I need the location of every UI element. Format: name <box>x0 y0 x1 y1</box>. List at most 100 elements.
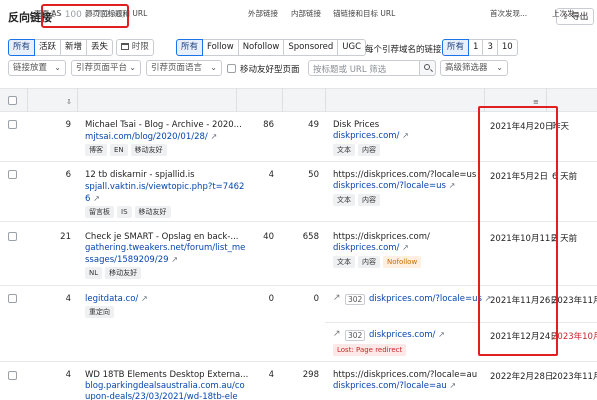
tag: IS <box>117 206 132 218</box>
lost-status: Lost: Page redirect <box>333 344 407 356</box>
last-seen-date: 2023年10月 <box>552 332 597 342</box>
tag: 内容 <box>358 194 380 206</box>
select-all-checkbox[interactable] <box>8 96 17 105</box>
external-link-icon: ↗ <box>402 243 409 252</box>
tag: 移动友好 <box>134 206 171 218</box>
source-url[interactable]: mjtsai.com/blog/2020/01/28/ ↗ <box>85 132 217 142</box>
col-page-as[interactable]: 页面 AS <box>34 8 61 19</box>
tab-status-lost[interactable]: 丢失 <box>86 39 114 56</box>
tab-type-follow[interactable]: Follow <box>202 39 239 56</box>
col-last-seen[interactable]: 上次发... <box>552 8 582 19</box>
tab-status-active[interactable]: 活跃 <box>34 39 62 56</box>
source-url[interactable]: blog.parkingdealsaustralia.com.au/co upon… <box>85 381 245 400</box>
internal-links-value: 50 <box>308 170 319 180</box>
tag: 文本 <box>333 256 355 268</box>
external-links-value: 4 <box>268 170 274 180</box>
col-external[interactable]: 外部链接 <box>248 8 278 19</box>
sort-icon: ⇩ <box>66 98 72 106</box>
source-title: Check je SMART - Opslag en back-... <box>85 232 239 242</box>
page-as-value: 9 <box>65 120 71 130</box>
external-links-value: 0 <box>268 294 274 304</box>
tab-refdomain-1[interactable]: 1 <box>468 39 484 56</box>
row-checkbox[interactable] <box>8 371 17 380</box>
advanced-filters-dropdown[interactable]: 高级筛选器 ⌄ <box>440 60 508 76</box>
col-source[interactable]: 源页面标题和 URL <box>85 8 147 19</box>
target-url[interactable]: diskprices.com/?locale=us ↗ <box>369 294 491 304</box>
refdomain-tabs: 所有 1 3 10 <box>442 39 518 56</box>
tab-type-nofollow[interactable]: Nofollow <box>237 39 285 56</box>
external-link-icon: ↗ <box>448 181 456 190</box>
tag: NL <box>85 267 103 279</box>
anchor-tags: 文本 内容 <box>333 144 380 156</box>
external-link-icon: ↗ <box>438 330 445 339</box>
date-highlight-box <box>478 106 558 356</box>
target-url[interactable]: diskprices.com/?locale=us ↗ <box>333 181 455 191</box>
tag: 内容 <box>358 144 380 156</box>
external-links-value: 40 <box>263 232 274 242</box>
tab-status-all[interactable]: 所有 <box>8 39 36 56</box>
row-checkbox[interactable] <box>8 120 17 129</box>
calendar-icon <box>121 43 129 50</box>
source-title: WD 18TB Elements Desktop Externa... <box>85 370 249 380</box>
redirect-arrow-icon: ↗ <box>333 293 341 303</box>
anchor-text: https://diskprices.com/?locale=au <box>333 370 478 380</box>
tab-type-all[interactable]: 所有 <box>176 39 204 56</box>
sort-icon: ≡ <box>533 98 539 106</box>
tab-type-sponsored[interactable]: Sponsored <box>283 39 339 56</box>
source-tags: 留言板 IS 移动友好 <box>85 206 171 218</box>
tag: 文本 <box>333 194 355 206</box>
target-url[interactable]: diskprices.com/ ↗ <box>369 330 445 340</box>
tab-refdomain-3[interactable]: 3 <box>482 39 498 56</box>
last-seen-date: 2023年11月 <box>552 372 597 382</box>
lost-badge: Lost: Page redirect <box>333 344 407 356</box>
search-button[interactable] <box>419 60 436 76</box>
platform-dropdown[interactable]: 引荐页面平台 ⌄ <box>71 60 141 76</box>
external-link-icon: ↗ <box>140 294 148 303</box>
anchor-tags: 文本 内容 Nofollow <box>333 256 422 268</box>
external-link-icon: ↗ <box>171 255 178 264</box>
redirect-arrow-icon: ↗ <box>333 329 341 339</box>
tag: 移动友好 <box>130 144 167 156</box>
col-internal[interactable]: 内部链接 <box>291 8 321 19</box>
external-links-value: 4 <box>268 370 274 380</box>
redirect-code-badge: 302 <box>345 294 366 305</box>
tab-type-ugc[interactable]: UGC <box>337 39 367 56</box>
mobile-friendly-label: 移动友好型页面 <box>240 65 300 75</box>
row-checkbox[interactable] <box>8 170 17 179</box>
source-tags: NL 移动友好 <box>85 267 142 279</box>
col-anchor[interactable]: 锚链接和目标 URL <box>333 8 395 19</box>
target-url[interactable]: diskprices.com/?locale=au ↗ <box>333 381 456 391</box>
mobile-friendly-checkbox[interactable] <box>227 64 236 73</box>
row-checkbox[interactable] <box>8 294 17 303</box>
source-url[interactable]: legitdata.co/ ↗ <box>85 294 148 304</box>
placement-dropdown[interactable]: 链接放置 ⌄ <box>8 60 66 76</box>
page-as-value: 4 <box>65 294 71 304</box>
source-title: 12 tb diskarnir - spjallid.is <box>85 170 195 180</box>
source-url[interactable]: gathering.tweakers.net/forum/list_me ssag… <box>85 243 245 266</box>
time-range-button[interactable]: 时限 <box>116 39 154 56</box>
language-dropdown[interactable]: 引荐页面语言 ⌄ <box>146 60 222 76</box>
internal-links-value: 298 <box>302 370 319 380</box>
tab-refdomain-10[interactable]: 10 <box>496 39 518 56</box>
tag: 移动友好 <box>105 267 142 279</box>
tab-refdomain-all[interactable]: 所有 <box>442 39 470 56</box>
anchor-text: https://diskprices.com/ <box>333 232 430 242</box>
source-url[interactable]: spjall.vaktin.is/viewtopic.php?t=7462 6 ↗ <box>85 182 244 205</box>
external-link-icon: ↗ <box>449 381 457 390</box>
internal-links-value: 0 <box>313 294 319 304</box>
tab-status-new[interactable]: 新增 <box>60 39 88 56</box>
source-tags: 博客 EN 移动友好 <box>85 144 167 156</box>
source-tags: 重定向 <box>85 306 114 318</box>
row-checkbox[interactable] <box>8 232 17 241</box>
tag: 内容 <box>358 256 380 268</box>
anchor-text: https://diskprices.com/?locale=us <box>333 170 477 180</box>
link-type-tabs: 所有 Follow Nofollow Sponsored UGC <box>176 39 367 56</box>
tag: 文本 <box>333 144 355 156</box>
tag: 留言板 <box>85 206 114 218</box>
search-input[interactable]: 按标题或 URL 筛选 <box>308 60 436 76</box>
internal-links-value: 49 <box>308 120 319 130</box>
target-url[interactable]: diskprices.com/ ↗ <box>333 131 409 141</box>
last-seen-date: 2023年11月 <box>552 296 597 306</box>
col-first-seen[interactable]: 首次发现... <box>490 8 527 19</box>
target-url[interactable]: diskprices.com/ ↗ <box>333 243 409 253</box>
